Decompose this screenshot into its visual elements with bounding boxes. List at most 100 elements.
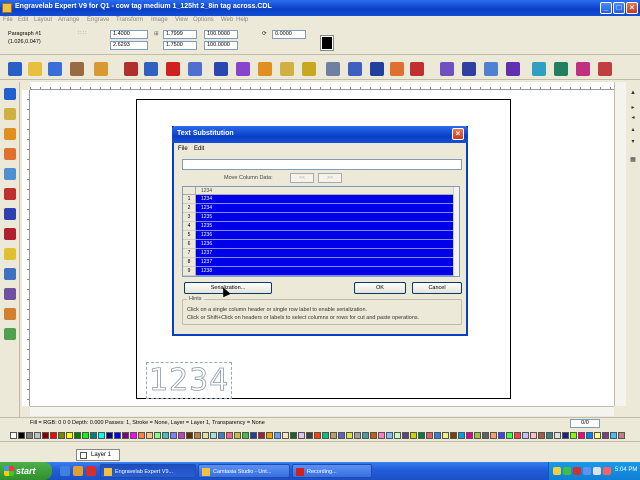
table-row[interactable]: 8 1237 — [183, 258, 453, 267]
menu-view[interactable]: View — [175, 17, 188, 23]
color-swatch[interactable] — [42, 432, 49, 439]
color-swatch[interactable] — [106, 432, 113, 439]
task-camtasia[interactable]: Camtasia Studio - Unt... — [198, 464, 290, 478]
node-icon[interactable] — [326, 62, 340, 76]
color-swatch[interactable] — [306, 432, 313, 439]
color-swatch[interactable] — [186, 432, 193, 439]
rectangle-tool-icon[interactable] — [4, 208, 16, 220]
cancel-button[interactable]: Cancel — [412, 282, 462, 294]
color-swatch[interactable] — [354, 432, 361, 439]
ok-button[interactable]: OK — [354, 282, 406, 294]
menu-image[interactable]: Image — [151, 17, 168, 23]
color-swatch[interactable] — [90, 432, 97, 439]
color-swatch[interactable] — [522, 432, 529, 439]
table-cell[interactable]: 1234 — [196, 204, 453, 213]
serial-icon[interactable] — [506, 62, 520, 76]
row-label[interactable]: 1 — [183, 195, 196, 204]
color-swatch[interactable] — [202, 432, 209, 439]
table-row[interactable]: 3 1235 — [183, 213, 453, 222]
color-swatch[interactable] — [546, 432, 553, 439]
quicklaunch-media-icon[interactable] — [86, 466, 96, 476]
task-recording[interactable]: Recording... — [292, 464, 372, 478]
color-swatch[interactable] — [442, 432, 449, 439]
color-swatch[interactable] — [82, 432, 89, 439]
color-swatch[interactable] — [458, 432, 465, 439]
color-swatch[interactable] — [426, 432, 433, 439]
table-cell[interactable]: 1236 — [196, 231, 453, 240]
color-swatch[interactable] — [594, 432, 601, 439]
width-field[interactable]: 1.4000 — [110, 30, 148, 39]
color-swatch[interactable] — [58, 432, 65, 439]
color-swatch[interactable] — [410, 432, 417, 439]
table-row[interactable]: 2 1234 — [183, 204, 453, 213]
color-swatch[interactable] — [122, 432, 129, 439]
color-swatch[interactable] — [234, 432, 241, 439]
color-swatch[interactable] — [130, 432, 137, 439]
rotate-tool-icon[interactable] — [370, 62, 384, 76]
color-swatch[interactable] — [290, 432, 297, 439]
row-label[interactable]: 4 — [183, 222, 196, 231]
close-button[interactable]: × — [626, 2, 638, 14]
cell-edit-input[interactable] — [182, 159, 462, 170]
ungroup-icon[interactable] — [236, 62, 250, 76]
color-swatch[interactable] — [338, 432, 345, 439]
move-column-left-button[interactable]: << — [290, 173, 314, 183]
tray-icon[interactable] — [573, 467, 581, 475]
color-swatch[interactable] — [154, 432, 161, 439]
color-swatch[interactable] — [482, 432, 489, 439]
color-swatch[interactable] — [538, 432, 545, 439]
color-swatch[interactable] — [170, 432, 177, 439]
color-swatch[interactable] — [322, 432, 329, 439]
layer-visibility-checkbox[interactable] — [80, 452, 87, 459]
row-label[interactable]: 5 — [183, 231, 196, 240]
row-label[interactable]: 7 — [183, 249, 196, 258]
table-row[interactable]: 1 1234 — [183, 195, 453, 204]
table-cell[interactable]: 1237 — [196, 258, 453, 267]
color-swatch[interactable] — [362, 432, 369, 439]
table-icon[interactable] — [484, 62, 498, 76]
color-swatch[interactable] — [298, 432, 305, 439]
arrow-up-icon[interactable]: ▲ — [628, 90, 638, 98]
anchor-grid-icon[interactable]: ∷ ∷ — [78, 31, 87, 37]
pick-tool-icon[interactable] — [4, 88, 16, 100]
table-row[interactable]: 6 1236 — [183, 240, 453, 249]
column-header[interactable]: 1234 — [201, 188, 212, 194]
menu-layout[interactable]: Layout — [34, 17, 52, 23]
quicklaunch-ie-icon[interactable] — [73, 466, 83, 476]
start-button[interactable]: start — [0, 462, 52, 480]
laser-icon[interactable] — [166, 62, 180, 76]
rotation-field[interactable]: 0.0000 — [272, 30, 306, 39]
table-cell[interactable]: 1236 — [196, 240, 453, 249]
color-swatch[interactable] — [434, 432, 441, 439]
zoom-tool-icon[interactable] — [4, 168, 16, 180]
color-swatch[interactable] — [194, 432, 201, 439]
scale-x-field[interactable]: 1.7999 — [163, 30, 197, 39]
color-swatch[interactable] — [74, 432, 81, 439]
color-swatch[interactable] — [114, 432, 121, 439]
color-swatch[interactable] — [618, 432, 625, 439]
table-cell[interactable]: 1237 — [196, 249, 453, 258]
color-swatch[interactable] — [386, 432, 393, 439]
color-swatch[interactable] — [242, 432, 249, 439]
table-row[interactable]: 4 1235 — [183, 222, 453, 231]
percent-y-field[interactable]: 100.0000 — [204, 41, 238, 50]
color-swatch[interactable] — [162, 432, 169, 439]
text-tool-icon[interactable] — [4, 128, 16, 140]
engrave-icon[interactable] — [188, 62, 202, 76]
tag-text-object[interactable]: 1234 — [146, 362, 233, 399]
spellcheck-icon[interactable] — [440, 62, 454, 76]
color-swatch[interactable] — [418, 432, 425, 439]
row-label[interactable]: 3 — [183, 213, 196, 222]
color-swatch[interactable] — [26, 432, 33, 439]
color-swatch[interactable] — [282, 432, 289, 439]
outline-tool-icon[interactable] — [4, 288, 16, 300]
color-swatch[interactable] — [578, 432, 585, 439]
color-swatch[interactable] — [138, 432, 145, 439]
minimize-button[interactable]: _ — [600, 2, 612, 14]
layer-tab[interactable]: Layer 1 — [76, 449, 120, 461]
menu-options[interactable]: Options — [193, 17, 214, 23]
help-icon[interactable] — [576, 62, 590, 76]
dialog-title-bar[interactable]: Text Substitution × — [172, 126, 468, 143]
color-swatch[interactable] — [570, 432, 577, 439]
dialog-close-button[interactable]: × — [452, 128, 464, 140]
